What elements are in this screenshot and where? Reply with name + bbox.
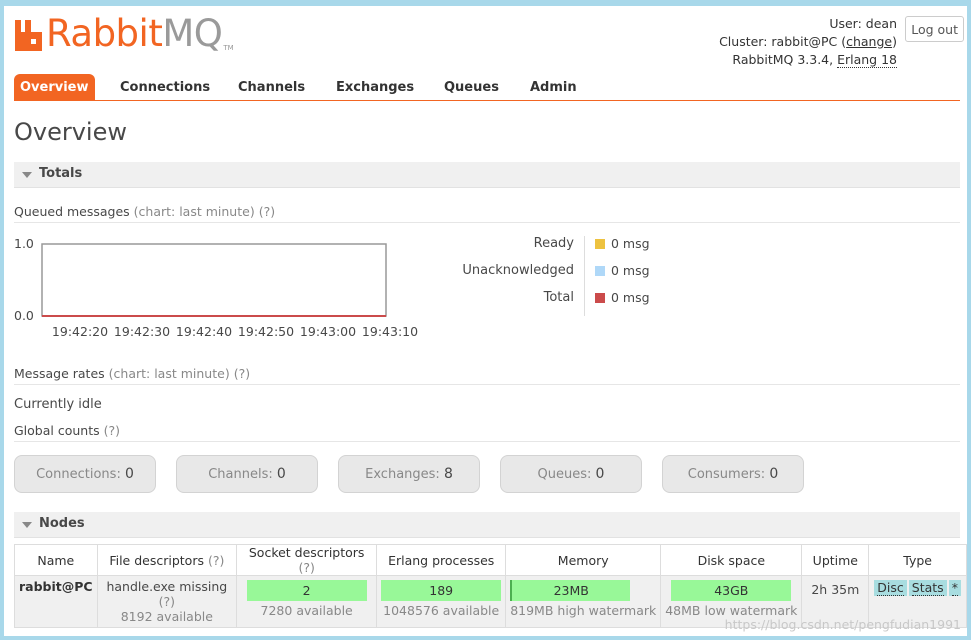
y-tick-label: 0.0: [14, 308, 34, 323]
legend-total-value: 0 msg: [595, 290, 650, 305]
memory-bar: 23MB: [510, 580, 631, 601]
chart-range-link[interactable]: (chart: last minute): [134, 204, 255, 219]
exchanges-count-button[interactable]: Exchanges: 8: [338, 455, 480, 493]
memory-cell: 23MB 819MB high watermark: [505, 575, 662, 628]
version-line: RabbitMQ 3.3.4, Erlang 18: [719, 51, 897, 69]
user-name: dean: [865, 16, 897, 31]
type-star-badge[interactable]: *: [948, 580, 961, 596]
node-name-link[interactable]: rabbit@PC: [14, 575, 98, 628]
x-tick-label: 19:42:50: [238, 324, 294, 339]
tab-overview[interactable]: Overview: [14, 74, 95, 101]
queues-count-button[interactable]: Queues: 0: [500, 455, 642, 493]
col-name: Name: [14, 544, 98, 576]
col-erlang-processes: Erlang processes: [376, 544, 507, 576]
legend-unacked-label: Unacknowledged: [462, 263, 574, 278]
rabbitmq-logo: RabbitMQ TM: [14, 14, 234, 60]
logo-trademark: TM: [223, 44, 234, 52]
page-frame: RabbitMQ TM User: dean Cluster: rabbit@P…: [4, 6, 967, 636]
file-descriptors-cell: handle.exe missing (?) 8192 available: [96, 575, 238, 628]
logo-text-rabbit: Rabbit: [46, 12, 163, 55]
watermark-text: https://blog.csdn.net/pengfudian1991: [724, 617, 961, 632]
socket-descriptors-cell: 2 7280 available: [236, 575, 378, 628]
nodes-section-header[interactable]: Nodes: [14, 512, 960, 538]
queued-help-icon[interactable]: (?): [259, 204, 275, 219]
unacked-swatch: [595, 266, 605, 276]
logo-text-mq: MQ: [162, 12, 223, 55]
y-tick-label: 1.0: [14, 236, 34, 251]
col-type: Type: [868, 544, 967, 576]
type-stats-badge[interactable]: Stats: [908, 580, 947, 596]
tab-exchanges[interactable]: Exchanges: [336, 74, 414, 101]
cluster-name: rabbit@PC: [771, 34, 838, 49]
fd-help-icon[interactable]: (?): [208, 553, 224, 568]
cluster-line: Cluster: rabbit@PC (change): [719, 34, 897, 49]
tab-queues[interactable]: Queues: [444, 74, 499, 101]
legend-ready-label: Ready: [533, 236, 574, 251]
global-counts-header: Global counts (?): [14, 423, 960, 442]
col-memory: Memory: [505, 544, 662, 576]
rates-help-icon[interactable]: (?): [234, 366, 250, 381]
rabbitmq-version: RabbitMQ 3.3.4,: [732, 52, 838, 67]
erlang-processes-bar: 189: [381, 580, 502, 601]
page-title: Overview: [14, 118, 127, 146]
logout-button[interactable]: Log out: [905, 16, 964, 42]
tab-connections[interactable]: Connections: [120, 74, 210, 101]
totals-section-header[interactable]: Totals: [14, 162, 960, 188]
chart-plot-area: [41, 243, 387, 317]
user-line: User: dean: [829, 16, 897, 31]
erlang-version[interactable]: Erlang 18: [837, 52, 897, 68]
type-disc-badge[interactable]: Disc: [874, 580, 907, 596]
totals-label: Totals: [39, 166, 83, 181]
x-tick-label: 19:42:30: [114, 324, 170, 339]
user-info: User: dean Cluster: rabbit@PC (change) R…: [719, 15, 897, 69]
nodes-table-header: Name File descriptors (?) Socket descrip…: [14, 544, 967, 576]
legend-divider: [584, 236, 585, 316]
total-swatch: [595, 293, 605, 303]
legend-unacked-value: 0 msg: [595, 263, 650, 278]
collapse-triangle-icon: [22, 522, 32, 528]
socket-descriptors-bar: 2: [246, 580, 367, 601]
nodes-table: Name File descriptors (?) Socket descrip…: [14, 544, 967, 628]
rates-range-link[interactable]: (chart: last minute): [109, 366, 230, 381]
disk-space-bar: 43GB: [671, 580, 792, 601]
global-help-icon[interactable]: (?): [104, 423, 120, 438]
collapse-triangle-icon: [22, 172, 32, 178]
queued-messages-header: Queued messages (chart: last minute) (?): [14, 204, 960, 223]
connections-count-button[interactable]: Connections: 0: [14, 455, 156, 493]
consumers-count-button[interactable]: Consumers: 0: [662, 455, 804, 493]
queued-messages-chart: 0.0 1.0 19:42:20 19:42:30 19:42:40 19:42:50 19…: [14, 236, 418, 339]
erlang-processes-cell: 189 1048576 available: [376, 575, 507, 628]
col-uptime: Uptime: [801, 544, 870, 576]
legend-total-label: Total: [543, 290, 574, 305]
x-tick-label: 19:42:20: [52, 324, 108, 339]
message-rates-header: Message rates (chart: last minute) (?): [14, 366, 960, 385]
change-cluster-link[interactable]: change: [846, 34, 892, 49]
main-nav-tabs: Overview Connections Channels Exchanges …: [14, 72, 960, 101]
tab-channels[interactable]: Channels: [238, 74, 305, 101]
col-disk-space: Disk space: [660, 544, 803, 576]
channels-count-button[interactable]: Channels: 0: [176, 455, 318, 493]
nodes-label: Nodes: [39, 516, 85, 531]
col-socket-descriptors: Socket descriptors (?): [236, 544, 378, 576]
x-tick-label: 19:42:40: [176, 324, 232, 339]
col-file-descriptors: File descriptors (?): [96, 544, 238, 576]
x-tick-label: 19:43:10: [362, 324, 418, 339]
sd-help-icon[interactable]: (?): [298, 560, 314, 575]
legend-ready-value: 0 msg: [595, 236, 650, 251]
tab-admin[interactable]: Admin: [530, 74, 577, 101]
rabbit-logo-icon: [15, 20, 42, 51]
x-tick-label: 19:43:00: [300, 324, 356, 339]
currently-idle-text: Currently idle: [14, 397, 102, 412]
fd-missing-help-icon[interactable]: (?): [159, 594, 175, 609]
ready-swatch: [595, 239, 605, 249]
